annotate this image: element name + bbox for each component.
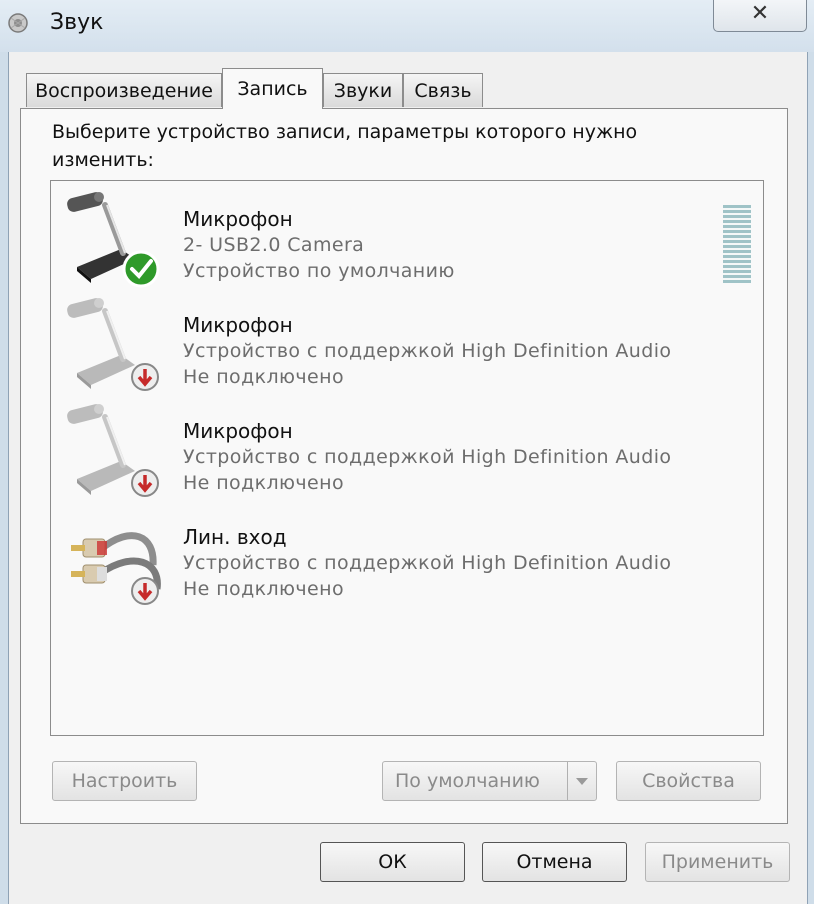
device-description: Устройство с поддержкой High Definition … — [183, 552, 672, 574]
device-name: Микрофон — [183, 313, 293, 337]
device-list[interactable]: Микрофон 2- USB2.0 Camera Устройство по … — [50, 180, 764, 736]
tab-recording[interactable]: Запись — [222, 68, 323, 109]
instruction-text: Выберите устройство записи, параметры ко… — [52, 121, 638, 171]
apply-button[interactable]: Применить — [645, 842, 790, 882]
device-item-line-in[interactable]: Лин. вход Устройство с поддержкой High D… — [61, 505, 751, 609]
device-name: Микрофон — [183, 419, 293, 443]
set-default-label: По умолчанию — [395, 770, 540, 792]
disconnected-arrow-icon — [131, 363, 159, 391]
rca-cable-icon — [71, 532, 161, 605]
close-button[interactable]: ✕ — [713, 0, 807, 32]
microphone-icon — [67, 192, 160, 288]
tab-label: Запись — [237, 78, 308, 100]
ok-button[interactable]: ОК — [320, 842, 465, 882]
properties-button[interactable]: Свойства — [616, 761, 761, 801]
device-name: Лин. вход — [183, 525, 287, 549]
tab-label: Связь — [414, 79, 472, 102]
default-check-icon — [122, 250, 160, 288]
tab-playback[interactable]: Воспроизведение — [26, 73, 222, 107]
tab-communications[interactable]: Связь — [403, 73, 483, 107]
close-icon: ✕ — [750, 0, 770, 26]
chevron-down-icon[interactable] — [567, 762, 596, 800]
title-bar: Звук ✕ — [0, 0, 814, 52]
device-name: Микрофон — [183, 207, 293, 231]
device-status: Не подключено — [183, 366, 344, 388]
device-item-microphone-usb-camera[interactable]: Микрофон 2- USB2.0 Camera Устройство по … — [61, 187, 751, 291]
device-status: Не подключено — [183, 578, 344, 600]
device-description: Устройство с поддержкой High Definition … — [183, 446, 672, 468]
disconnected-arrow-icon — [131, 577, 159, 605]
tab-label: Звуки — [333, 79, 393, 102]
window-title: Звук — [50, 10, 104, 35]
device-status: Не подключено — [183, 472, 344, 494]
device-description: Устройство с поддержкой High Definition … — [183, 340, 672, 362]
device-item-microphone-hd-audio[interactable]: Микрофон Устройство с поддержкой High De… — [61, 293, 751, 397]
set-default-split-button[interactable]: По умолчанию — [382, 761, 597, 801]
tab-sounds[interactable]: Звуки — [323, 73, 403, 107]
device-description: 2- USB2.0 Camera — [183, 234, 365, 256]
device-item-microphone-hd-audio[interactable]: Микрофон Устройство с поддержкой High De… — [61, 399, 751, 503]
input-level-meter — [723, 205, 751, 283]
cancel-button[interactable]: Отмена — [482, 842, 627, 882]
microphone-icon — [67, 298, 159, 391]
microphone-icon — [67, 404, 159, 497]
configure-button[interactable]: Настроить — [52, 761, 197, 801]
tab-label: Воспроизведение — [35, 79, 213, 102]
speaker-app-icon — [8, 13, 28, 33]
disconnected-arrow-icon — [131, 469, 159, 497]
device-status: Устройство по умолчанию — [183, 260, 455, 282]
